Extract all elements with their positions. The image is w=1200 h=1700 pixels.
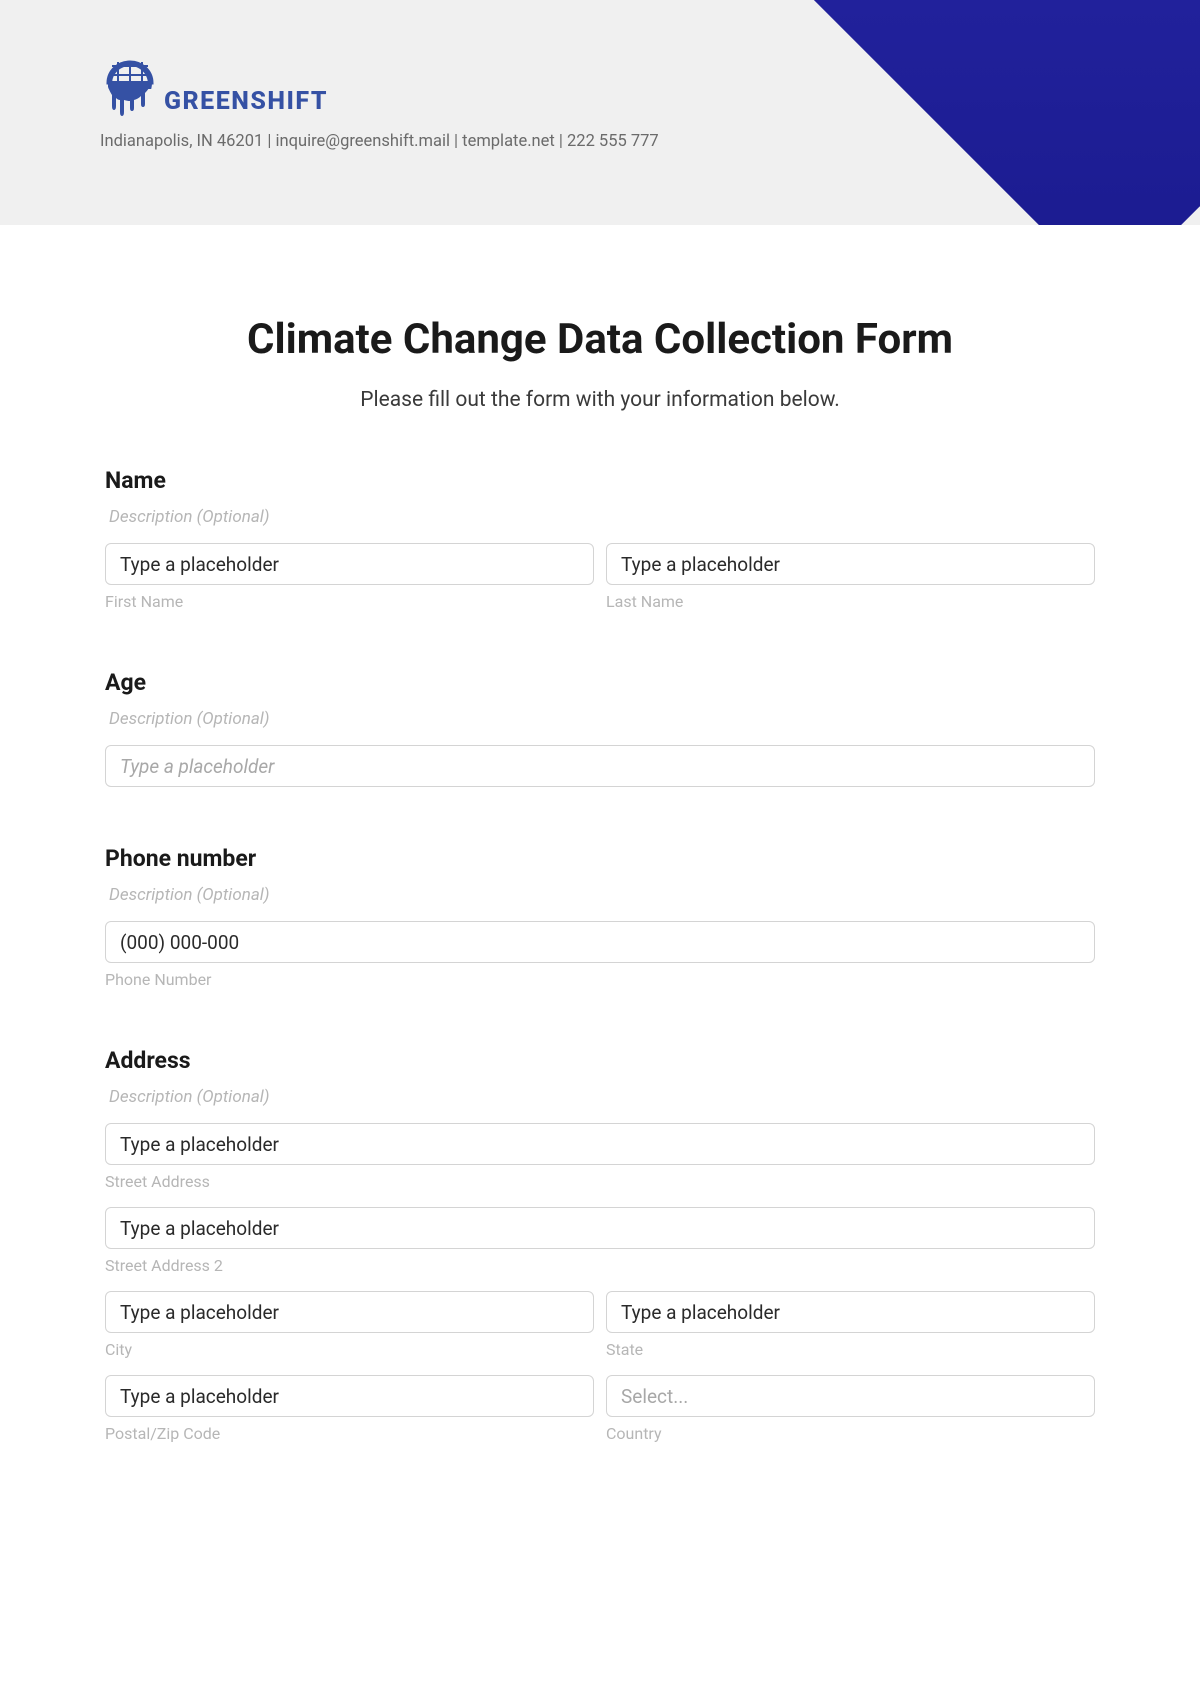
age-section: Age Description (Optional) bbox=[105, 669, 1095, 787]
city-sublabel: City bbox=[105, 1340, 594, 1359]
street-address-sublabel: Street Address bbox=[105, 1172, 1095, 1191]
country-sublabel: Country bbox=[606, 1424, 1095, 1443]
name-label: Name bbox=[105, 467, 1095, 494]
company-contact: Indianapolis, IN 46201 | inquire@greensh… bbox=[100, 132, 659, 151]
phone-sublabel: Phone Number bbox=[105, 970, 1095, 989]
header-banner: GREENSHIFT Indianapolis, IN 46201 | inqu… bbox=[0, 0, 1200, 225]
first-name-sublabel: First Name bbox=[105, 592, 594, 611]
address-description: Description (Optional) bbox=[105, 1087, 1095, 1107]
state-sublabel: State bbox=[606, 1340, 1095, 1359]
phone-description: Description (Optional) bbox=[105, 885, 1095, 905]
last-name-input[interactable] bbox=[606, 543, 1095, 585]
postal-code-input[interactable] bbox=[105, 1375, 594, 1417]
company-block: GREENSHIFT Indianapolis, IN 46201 | inqu… bbox=[100, 60, 659, 151]
city-input[interactable] bbox=[105, 1291, 594, 1333]
decorative-shapes bbox=[640, 0, 1200, 225]
phone-input[interactable] bbox=[105, 921, 1095, 963]
country-select[interactable]: Select... bbox=[606, 1375, 1095, 1417]
first-name-input[interactable] bbox=[105, 543, 594, 585]
street-address-2-sublabel: Street Address 2 bbox=[105, 1256, 1095, 1275]
street-address-2-input[interactable] bbox=[105, 1207, 1095, 1249]
age-label: Age bbox=[105, 669, 1095, 696]
globe-drip-icon bbox=[100, 60, 160, 118]
name-description: Description (Optional) bbox=[105, 507, 1095, 527]
street-address-input[interactable] bbox=[105, 1123, 1095, 1165]
last-name-sublabel: Last Name bbox=[606, 592, 1095, 611]
address-label: Address bbox=[105, 1047, 1095, 1074]
state-input[interactable] bbox=[606, 1291, 1095, 1333]
age-input[interactable] bbox=[105, 745, 1095, 787]
company-name: GREENSHIFT bbox=[164, 87, 328, 116]
phone-label: Phone number bbox=[105, 845, 1095, 872]
name-section: Name Description (Optional) First Name L… bbox=[105, 467, 1095, 611]
address-section: Address Description (Optional) Street Ad… bbox=[105, 1047, 1095, 1443]
form-container: Climate Change Data Collection Form Plea… bbox=[0, 225, 1200, 1443]
phone-section: Phone number Description (Optional) Phon… bbox=[105, 845, 1095, 989]
shape-blue bbox=[799, 0, 1200, 225]
postal-code-sublabel: Postal/Zip Code bbox=[105, 1424, 594, 1443]
age-description: Description (Optional) bbox=[105, 709, 1095, 729]
form-subtitle: Please fill out the form with your infor… bbox=[105, 388, 1095, 412]
form-title: Climate Change Data Collection Form bbox=[105, 315, 1095, 364]
